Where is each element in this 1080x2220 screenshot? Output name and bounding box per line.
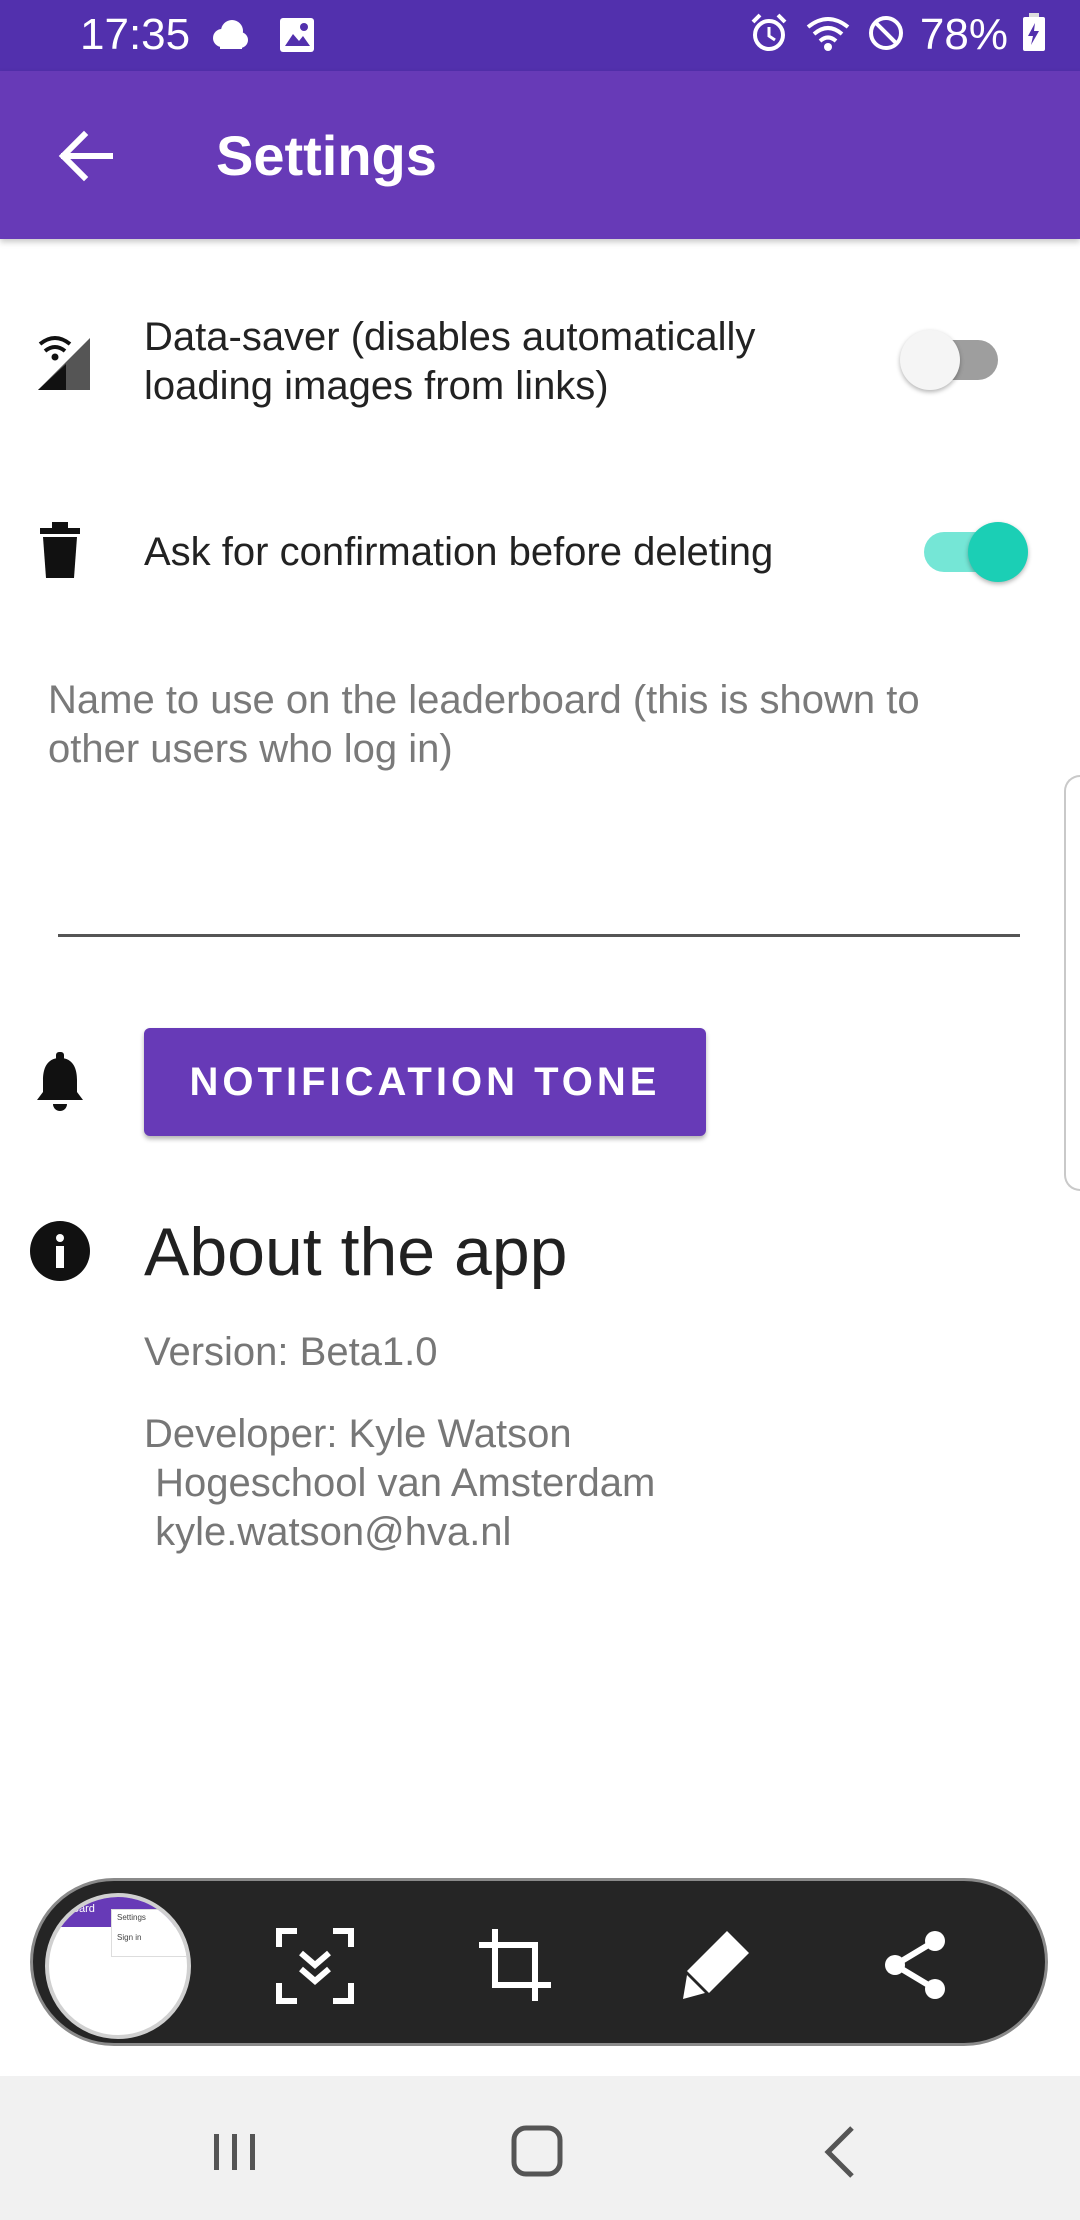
signal-icon xyxy=(36,332,92,397)
page-title: Settings xyxy=(216,124,437,187)
app-bar: Settings xyxy=(0,71,1080,239)
screenshot-thumbnail[interactable]: erboard Settings Sign in xyxy=(45,1893,191,2039)
notification-tone-button[interactable]: NOTIFICATION TONE xyxy=(144,1028,706,1136)
thumbnail-menu-item: Settings xyxy=(117,1913,146,1922)
developer-info: Developer: Kyle Watson Hogeschool van Am… xyxy=(144,1412,656,1554)
status-left-icons xyxy=(208,14,318,63)
back-icon xyxy=(806,2126,876,2188)
confirm-delete-label: Ask for confirmation before deleting xyxy=(144,530,774,574)
thumbnail-title: erboard xyxy=(57,1903,95,1915)
switch-thumb xyxy=(968,522,1028,582)
leaderboard-name-input[interactable] xyxy=(58,790,1020,937)
info-icon xyxy=(30,1221,90,1286)
battery-charging-icon xyxy=(1022,12,1046,58)
battery-percentage: 78% xyxy=(919,10,1008,59)
screenshot-toolbar: erboard Settings Sign in xyxy=(30,1878,1048,2046)
pen-icon xyxy=(675,1931,755,2009)
crop-icon xyxy=(475,1929,555,2009)
home-icon xyxy=(502,2125,572,2188)
arrow-back-icon xyxy=(50,130,120,195)
do-not-disturb-icon xyxy=(866,13,906,58)
scroll-capture-button[interactable] xyxy=(275,1925,355,2005)
thumbnail-menu-item: Sign in xyxy=(117,1933,142,1942)
home-button[interactable] xyxy=(502,2120,572,2184)
crop-button[interactable] xyxy=(475,1925,555,2005)
share-icon xyxy=(875,1931,955,2009)
image-icon xyxy=(276,14,318,63)
back-nav-button[interactable] xyxy=(806,2120,876,2184)
version-text: Version: Beta1.0 xyxy=(144,1330,438,1374)
alarm-icon xyxy=(748,11,790,60)
leaderboard-name-hint: Name to use on the leaderboard (this is … xyxy=(48,678,920,771)
switch-thumb xyxy=(900,330,960,390)
navigation-bar xyxy=(0,2076,1080,2220)
data-saver-switch[interactable] xyxy=(900,326,1004,396)
edge-panel-handle[interactable] xyxy=(1064,775,1080,1191)
scroll-capture-icon xyxy=(275,1928,355,2009)
status-bar: 17:35 78% xyxy=(0,0,1080,71)
bell-icon xyxy=(34,1052,86,1119)
trash-icon xyxy=(38,522,82,585)
status-time: 17:35 xyxy=(80,10,191,59)
back-button[interactable] xyxy=(50,121,120,191)
cloud-icon xyxy=(208,14,252,63)
share-button[interactable] xyxy=(875,1925,955,2005)
about-title: About the app xyxy=(144,1214,568,1290)
wifi-icon xyxy=(804,13,852,58)
confirm-delete-switch[interactable] xyxy=(916,518,1028,588)
draw-button[interactable] xyxy=(675,1925,755,2005)
recent-apps-icon xyxy=(200,2134,270,2188)
status-right-icons: 78% xyxy=(748,8,1046,62)
recent-apps-button[interactable] xyxy=(200,2120,270,2184)
data-saver-label: Data-saver (disables automatically loadi… xyxy=(144,315,756,408)
